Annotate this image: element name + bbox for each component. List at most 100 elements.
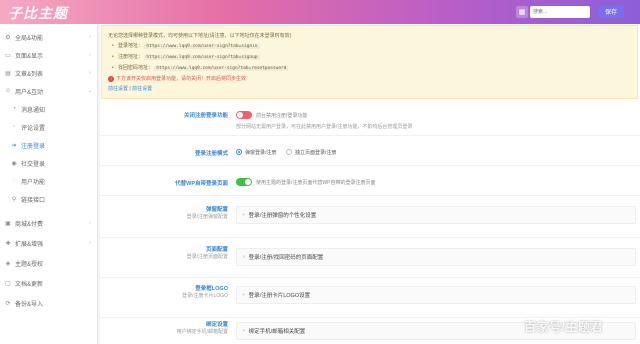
notice-links: 前往设置 | 前往设置 bbox=[108, 86, 153, 92]
row-logo-config: 登录框LOGO 登录/注册卡片LOGO › 登录/注册卡片LOGO设置 bbox=[100, 280, 640, 318]
sidebar-item-label: 消息通知 bbox=[21, 107, 46, 114]
sidebar-item-login[interactable]: ➔ 注册登录 bbox=[0, 136, 98, 154]
sidebar-item-label: 链接接口 bbox=[21, 197, 46, 204]
row-sublabel: 登录/注册卡片LOGO bbox=[182, 293, 228, 299]
shop-icon: ▣ bbox=[5, 220, 11, 227]
sidebar-item-link[interactable]: ⚲ 链接接口 bbox=[0, 190, 98, 208]
sidebar-item-user[interactable]: ☺ 用户&互动 ⌄ bbox=[0, 82, 98, 100]
row-disable-login: 关闭注册登录功能 前台禁用注册/登录功能 部分网站无需用户登录，可在此禁用用户登… bbox=[100, 104, 640, 136]
url-code: https://www.lqq9.com/user-sign?tab=reset… bbox=[154, 66, 289, 71]
row-replace-wp: 代替WP自带登录页面 使用主题的登录/注册页面代替WP自带的登录注册页面 bbox=[100, 170, 640, 196]
comment-icon: ◦ bbox=[12, 124, 16, 130]
link-icon: ⚲ bbox=[11, 196, 17, 203]
social-icon: ◉ bbox=[11, 160, 17, 167]
row-login-mode: 登录注册模式 弹窗登录/注册 独立页面登录/注册 bbox=[100, 140, 640, 166]
bell-icon: ◔ bbox=[12, 106, 16, 112]
chevron-right-icon: › bbox=[243, 328, 245, 334]
sidebar-item-extend[interactable]: ✚ 扩展&增强 › bbox=[0, 234, 98, 252]
list-item: 登录地址： https://www.lqq9.com/user-sign?tab… bbox=[112, 41, 631, 52]
row-page-config: 页面配置 登录/注册页面配置 › 登录/注册/找回密码的页面配置 bbox=[100, 240, 640, 278]
chevron-down-icon: ⌄ bbox=[87, 88, 93, 94]
theme-icon: ◈ bbox=[5, 260, 11, 267]
panel-title: 登录/注册/找回密码的页面配置 bbox=[248, 255, 324, 261]
sidebar-item-label: 全局&功能 bbox=[15, 35, 44, 42]
row-label: 登录框LOGO bbox=[195, 286, 228, 292]
sidebar-item-article[interactable]: ▤ 文章&列表 › bbox=[0, 64, 98, 82]
row-label: 代替WP自带登录页面 bbox=[175, 181, 228, 187]
url-label: 登录地址： bbox=[118, 43, 144, 49]
sidebar-item-label: 文章&列表 bbox=[15, 71, 44, 78]
user-icon: ☺ bbox=[4, 88, 12, 94]
row-label: 页面配置 bbox=[205, 247, 228, 253]
watermark: 百家号/主题君 bbox=[524, 320, 603, 334]
url-label: 找回密码地址： bbox=[118, 65, 154, 71]
sidebar: ⚙ 全局&功能 › ▭ 页面&显示 › ▤ 文章&列表 › ☺ 用户&互动 ⌄ … bbox=[0, 24, 98, 344]
radio-page-login[interactable] bbox=[286, 149, 292, 155]
sidebar-item-label: 商城&付费 bbox=[15, 221, 44, 228]
main-content: 无论您选择哪种登录模式，均可使用以下地址(请注意，以下地址仅在未登录时有效) 登… bbox=[100, 24, 640, 344]
url-list: 登录地址： https://www.lqq9.com/user-sign?tab… bbox=[108, 41, 631, 74]
sidebar-item-label: 文档&更新 bbox=[15, 281, 44, 288]
chevron-right-icon: › bbox=[89, 220, 91, 226]
row-label: 登录注册模式 bbox=[194, 151, 228, 157]
page-config-panel[interactable]: › 登录/注册/找回密码的页面配置 bbox=[236, 248, 636, 266]
sidebar-item-user-func[interactable]: ◌ 用户功能 bbox=[0, 172, 98, 190]
row-sublabel: 用户绑定手机/邮箱配置 bbox=[176, 329, 228, 335]
radio-label: 弹窗登录/注册 bbox=[245, 150, 277, 156]
sidebar-item-label: 用户&互动 bbox=[15, 89, 44, 96]
url-label: 注册地址： bbox=[118, 54, 144, 60]
sidebar-item-label: 备份&导入 bbox=[15, 301, 44, 308]
sidebar-item-social[interactable]: ◉ 社交登录 bbox=[0, 154, 98, 172]
sidebar-item-page[interactable]: ▭ 页面&显示 › bbox=[0, 46, 98, 64]
list-item: 找回密码地址： https://www.lqq9.com/user-sign?t… bbox=[112, 63, 631, 74]
sidebar-item-label: 扩展&增强 bbox=[15, 241, 44, 248]
sidebar-item-label: 社交登录 bbox=[21, 161, 46, 168]
logo-config-panel[interactable]: › 登录/注册卡片LOGO设置 bbox=[236, 286, 636, 304]
panel-title: 登录/注册卡片LOGO设置 bbox=[248, 293, 311, 299]
panel-title: 登录/注册弹窗的个性化设置 bbox=[248, 213, 317, 219]
warning-text: 下方该开关仅启用登录功能，请勿关闭！开启后将同步生效 bbox=[116, 76, 247, 82]
backup-icon: ⟳ bbox=[5, 300, 11, 307]
settings-link[interactable]: 前往设置 bbox=[132, 86, 152, 92]
sidebar-item-shop[interactable]: ▣ 商城&付费 › bbox=[0, 214, 98, 232]
warning-icon: ! bbox=[108, 76, 114, 82]
row-label: 绑定设置 bbox=[205, 322, 228, 328]
disable-login-toggle[interactable] bbox=[236, 111, 252, 119]
sidebar-item-label: 主题&授权 bbox=[15, 261, 44, 268]
save-button[interactable]: 保存 bbox=[598, 5, 624, 18]
sidebar-item-label: 注册登录 bbox=[21, 143, 46, 150]
search-input[interactable] bbox=[530, 6, 590, 18]
row-description: 部分网站无需用户登录，可在此禁用用户登录/注册功能，不影响后台管理员登录 bbox=[236, 124, 413, 130]
page-icon: ▭ bbox=[5, 52, 11, 59]
user-func-icon: ◌ bbox=[12, 178, 16, 184]
popup-config-panel[interactable]: › 登录/注册弹窗的个性化设置 bbox=[236, 206, 636, 224]
toggle-label: 前台禁用注册/登录功能 bbox=[256, 113, 308, 119]
settings-link[interactable]: 前往设置 bbox=[108, 86, 128, 92]
chevron-right-icon: › bbox=[89, 70, 91, 76]
sidebar-item-notify[interactable]: ◔ 消息通知 bbox=[0, 100, 98, 118]
sidebar-item-theme[interactable]: ◈ 主题&授权 bbox=[0, 254, 98, 272]
row-label: 弹窗配置 bbox=[205, 207, 228, 213]
list-item: 注册地址： https://www.lqq9.com/user-sign?tab… bbox=[112, 52, 631, 63]
replace-wp-toggle[interactable] bbox=[236, 178, 252, 186]
notice-warning: ! 下方该开关仅启用登录功能，请勿关闭！开启后将同步生效 bbox=[108, 74, 631, 84]
chevron-right-icon: › bbox=[89, 240, 91, 246]
sidebar-item-doc[interactable]: ▢ 文档&更新 bbox=[0, 274, 98, 292]
gear-icon: ⚙ bbox=[5, 34, 11, 41]
grid-icon[interactable]: ▦ bbox=[516, 6, 528, 18]
row-label: 关闭注册登录功能 bbox=[183, 113, 228, 119]
chevron-right-icon: › bbox=[89, 34, 91, 40]
site-logo: 子比主题 bbox=[8, 6, 68, 22]
sidebar-item-label: 页面&显示 bbox=[15, 53, 44, 60]
radio-popup-login[interactable] bbox=[236, 149, 242, 155]
url-code: https://www.lqq9.com/user-sign?tab=signi… bbox=[144, 44, 260, 49]
sidebar-item-label: 评论设置 bbox=[21, 125, 46, 132]
sidebar-item-label: 用户功能 bbox=[21, 179, 46, 186]
article-icon: ▤ bbox=[5, 70, 11, 77]
row-sublabel: 登录/注册弹窗配置 bbox=[186, 214, 228, 220]
sidebar-item-comment[interactable]: ◦ 评论设置 bbox=[0, 118, 98, 136]
sidebar-item-global[interactable]: ⚙ 全局&功能 › bbox=[0, 28, 98, 46]
sidebar-item-backup[interactable]: ⟳ 备份&导入 bbox=[0, 294, 98, 312]
url-code: https://www.lqq9.com/user-sign?tab=signu… bbox=[144, 55, 260, 60]
chevron-right-icon: › bbox=[243, 254, 245, 260]
